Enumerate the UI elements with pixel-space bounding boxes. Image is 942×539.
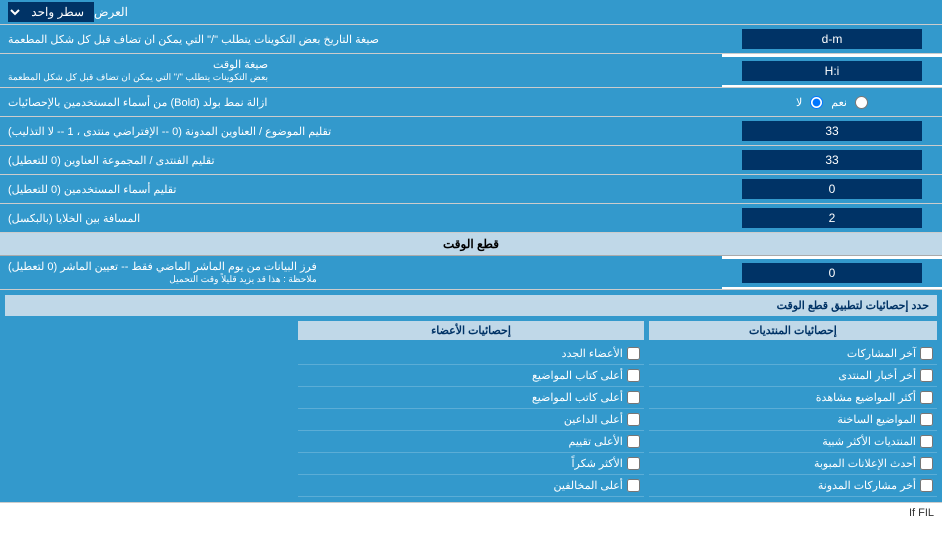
stat-new-members-checkbox[interactable] bbox=[627, 347, 640, 360]
cell-padding-input[interactable]: 2 bbox=[742, 208, 922, 228]
main-container: العرض سطر واحد سطرين ثلاثة أسطر d-m صيغة… bbox=[0, 0, 942, 523]
stat-hot-topics: المواضيع الساخنة bbox=[649, 409, 937, 431]
topics-limit-label: تقليم الموضوع / العناوين المدونة (0 -- ا… bbox=[0, 117, 722, 145]
topics-limit-input[interactable]: 33 bbox=[742, 121, 922, 141]
forum-limit-row: 33 تقليم الفنتدى / المجموعة العناوين (0 … bbox=[0, 146, 942, 175]
topics-limit-input-cell: 33 bbox=[722, 117, 942, 145]
bottom-text-area: If FIL bbox=[0, 502, 942, 523]
remove-bold-yes-label: نعم bbox=[831, 96, 847, 109]
cell-padding-row: 2 المسافة بين الخلايا (بالبكسل) bbox=[0, 204, 942, 233]
header-label: العرض bbox=[94, 5, 128, 19]
stat-new-members: الأعضاء الجدد bbox=[298, 343, 644, 365]
stat-hot-topics-checkbox[interactable] bbox=[920, 413, 933, 426]
forum-limit-label: تقليم الفنتدى / المجموعة العناوين (0 للت… bbox=[0, 146, 722, 174]
date-format-label: صيغة التاريخ بعض التكوينات يتطلب "/" الت… bbox=[0, 25, 722, 53]
remove-bold-row: نعم لا ازالة نمط بولد (Bold) من أسماء ال… bbox=[0, 88, 942, 117]
stat-last-posts-checkbox[interactable] bbox=[920, 347, 933, 360]
stat-top-guests: أعلى المخالفين bbox=[298, 475, 644, 497]
time-format-label: صيغة الوقتبعض التكوينات يتطلب "/" التي ي… bbox=[0, 54, 722, 87]
stat-top-rated-checkbox[interactable] bbox=[627, 435, 640, 448]
cutoff-input[interactable]: 0 bbox=[742, 263, 922, 283]
member-stats-header: إحصائيات الأعضاء bbox=[298, 321, 644, 340]
remove-bold-no-radio[interactable] bbox=[810, 96, 823, 109]
stats-section: حدد إحصائيات لتطبيق قطع الوقت إحصائيات ا… bbox=[0, 290, 942, 502]
stat-last-posts: آخر المشاركات bbox=[649, 343, 937, 365]
remove-bold-yes-radio[interactable] bbox=[855, 96, 868, 109]
time-format-input-cell: H:i bbox=[722, 57, 942, 85]
cutoff-input-cell: 0 bbox=[722, 259, 942, 287]
stat-most-viewed-checkbox[interactable] bbox=[920, 391, 933, 404]
stat-most-thanks: الأكثر شكراً bbox=[298, 453, 644, 475]
member-stats-col: إحصائيات الأعضاء الأعضاء الجدد أعلى كتاب… bbox=[298, 321, 644, 497]
cell-padding-label: المسافة بين الخلايا (بالبكسل) bbox=[0, 204, 722, 232]
stat-top-posters-checkbox[interactable] bbox=[627, 391, 640, 404]
remove-bold-no-label: لا bbox=[796, 96, 802, 109]
stat-similar-forums: المنتديات الأكثر شبية bbox=[649, 431, 937, 453]
usernames-limit-row: 0 تقليم أسماء المستخدمين (0 للتعطيل) bbox=[0, 175, 942, 204]
stat-similar-forums-checkbox[interactable] bbox=[920, 435, 933, 448]
empty-col bbox=[5, 321, 293, 497]
cutoff-label: فرز البيانات من يوم الماشر الماضي فقط --… bbox=[0, 256, 722, 289]
date-format-row: d-m صيغة التاريخ بعض التكوينات يتطلب "/"… bbox=[0, 25, 942, 54]
stats-section-header: حدد إحصائيات لتطبيق قطع الوقت bbox=[5, 295, 937, 316]
stat-last-noted: أخر مشاركات المدونة bbox=[649, 475, 937, 497]
stat-top-online-checkbox[interactable] bbox=[627, 413, 640, 426]
stat-recent-ads: أحدث الإعلانات المبوبة bbox=[649, 453, 937, 475]
date-format-input[interactable]: d-m bbox=[742, 29, 922, 49]
usernames-limit-input-cell: 0 bbox=[722, 175, 942, 203]
display-dropdown[interactable]: سطر واحد سطرين ثلاثة أسطر bbox=[8, 2, 94, 22]
stat-forum-news: أخر أخبار المنتدى bbox=[649, 365, 937, 387]
stat-top-guests-checkbox[interactable] bbox=[627, 479, 640, 492]
cutoff-row: 0 فرز البيانات من يوم الماشر الماضي فقط … bbox=[0, 256, 942, 290]
stat-top-writers-checkbox[interactable] bbox=[627, 369, 640, 382]
cell-padding-input-cell: 2 bbox=[722, 204, 942, 232]
bottom-text: If FIL bbox=[909, 507, 934, 519]
date-format-input-cell: d-m bbox=[722, 25, 942, 53]
stat-top-online: أعلى الداعين bbox=[298, 409, 644, 431]
stats-grid: إحصائيات المنتديات آخر المشاركات أخر أخب… bbox=[5, 321, 937, 497]
remove-bold-input-cell: نعم لا bbox=[722, 88, 942, 116]
header-row: العرض سطر واحد سطرين ثلاثة أسطر bbox=[0, 0, 942, 25]
stat-most-viewed: أكثر المواضيع مشاهدة bbox=[649, 387, 937, 409]
usernames-limit-label: تقليم أسماء المستخدمين (0 للتعطيل) bbox=[0, 175, 722, 203]
stat-top-rated: الأعلى تقييم bbox=[298, 431, 644, 453]
cutoff-section-header: قطع الوقت bbox=[0, 233, 942, 256]
time-format-input[interactable]: H:i bbox=[742, 61, 922, 81]
time-format-row: H:i صيغة الوقتبعض التكوينات يتطلب "/" ال… bbox=[0, 54, 942, 88]
forum-stats-header: إحصائيات المنتديات bbox=[649, 321, 937, 340]
stat-top-writers: أعلى كتاب المواضيع bbox=[298, 365, 644, 387]
stat-most-thanks-checkbox[interactable] bbox=[627, 457, 640, 470]
stat-last-noted-checkbox[interactable] bbox=[920, 479, 933, 492]
usernames-limit-input[interactable]: 0 bbox=[742, 179, 922, 199]
stat-forum-news-checkbox[interactable] bbox=[920, 369, 933, 382]
forum-limit-input[interactable]: 33 bbox=[742, 150, 922, 170]
forum-stats-col: إحصائيات المنتديات آخر المشاركات أخر أخب… bbox=[649, 321, 937, 497]
forum-limit-input-cell: 33 bbox=[722, 146, 942, 174]
stat-top-posters: أعلى كاتب المواضيع bbox=[298, 387, 644, 409]
remove-bold-label: ازالة نمط بولد (Bold) من أسماء المستخدمي… bbox=[0, 88, 722, 116]
topics-limit-row: 33 تقليم الموضوع / العناوين المدونة (0 -… bbox=[0, 117, 942, 146]
stat-recent-ads-checkbox[interactable] bbox=[920, 457, 933, 470]
